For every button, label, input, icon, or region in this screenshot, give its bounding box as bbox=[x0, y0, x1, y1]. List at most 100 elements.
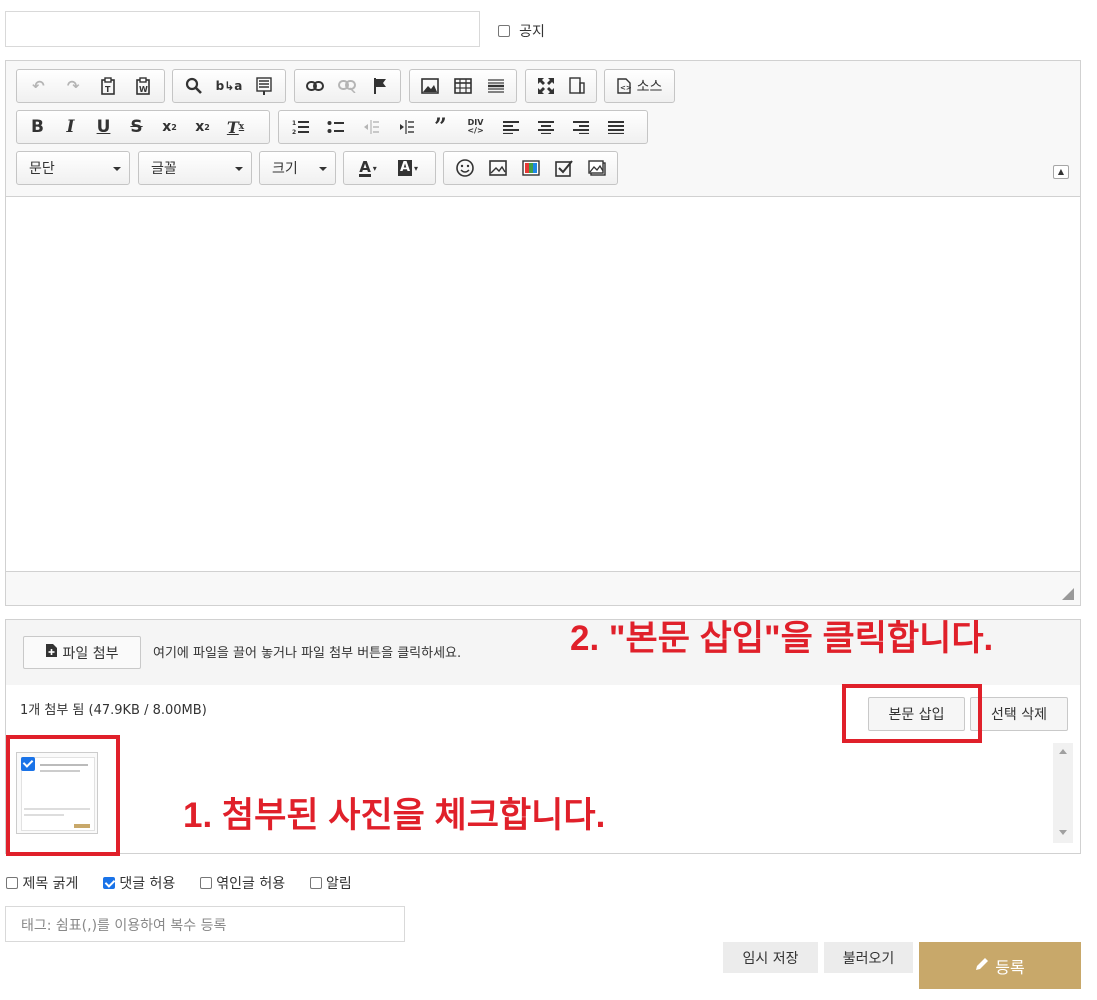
bulleted-list-icon[interactable] bbox=[318, 114, 353, 140]
source-button[interactable]: <> 소스 bbox=[604, 69, 675, 103]
format-combo-label: 문단 bbox=[29, 161, 55, 177]
blockquote-icon[interactable]: ” bbox=[423, 114, 458, 140]
font-combo[interactable]: 글꼴 bbox=[138, 151, 252, 185]
notice-checkbox[interactable]: 공지 bbox=[498, 20, 545, 41]
remove-format-icon[interactable]: Tx bbox=[219, 114, 252, 140]
paste-text-icon[interactable]: T bbox=[91, 73, 126, 99]
option-allow-trackback[interactable]: 엮인글 허용 bbox=[199, 873, 285, 893]
option-checkbox[interactable] bbox=[6, 877, 18, 889]
color-palette-icon[interactable] bbox=[514, 155, 547, 181]
source-icon: <> bbox=[616, 78, 631, 94]
unlink-icon[interactable] bbox=[331, 73, 363, 99]
select-all-icon[interactable] bbox=[246, 73, 281, 99]
annotation-step1: 1. 첨부된 사진을 체크합니다. bbox=[183, 796, 606, 835]
toolbar-group-paragraph: 12 ” DIV </> bbox=[278, 110, 648, 144]
maximize-icon[interactable] bbox=[530, 73, 561, 99]
align-left-icon[interactable] bbox=[493, 114, 528, 140]
notice-label: 공지 bbox=[519, 23, 545, 40]
title-input[interactable] bbox=[5, 11, 480, 47]
svg-text:T: T bbox=[105, 85, 111, 94]
outdent-icon[interactable] bbox=[353, 114, 388, 140]
toolbar-group-view bbox=[525, 69, 597, 103]
file-attach-label: 파일 첨부 bbox=[62, 645, 119, 662]
resize-handle-icon[interactable] bbox=[1062, 585, 1074, 600]
temp-save-button[interactable]: 임시 저장 bbox=[723, 942, 818, 973]
collapse-toolbar-button[interactable]: ▲ bbox=[1053, 165, 1069, 179]
superscript-icon[interactable]: x2 bbox=[186, 114, 219, 140]
align-right-icon[interactable] bbox=[563, 114, 598, 140]
editor-content-area[interactable] bbox=[6, 196, 1080, 572]
horizontal-rule-icon[interactable] bbox=[479, 73, 512, 99]
gallery-icon[interactable] bbox=[580, 155, 613, 181]
image-frame-icon[interactable] bbox=[481, 155, 514, 181]
scroll-down-icon[interactable] bbox=[1059, 830, 1067, 835]
background-color-icon[interactable]: A ▾ bbox=[388, 155, 428, 181]
option-checkbox[interactable] bbox=[199, 877, 212, 889]
attachment-count: 1개 첨부 됨 (47.9KB / 8.00MB) bbox=[20, 703, 207, 718]
size-combo-label: 크기 bbox=[272, 161, 298, 177]
temp-save-label: 임시 저장 bbox=[742, 950, 799, 967]
text-color-icon[interactable]: A ▾ bbox=[348, 155, 388, 181]
load-label: 불러오기 bbox=[842, 950, 895, 967]
size-combo[interactable]: 크기 bbox=[259, 151, 336, 185]
option-checkbox[interactable] bbox=[309, 877, 322, 889]
numbered-list-icon[interactable]: 12 bbox=[283, 114, 318, 140]
redo-icon[interactable]: ↷ bbox=[56, 73, 91, 99]
load-button[interactable]: 불러오기 bbox=[824, 942, 913, 973]
toolbar-group-colors: A ▾ A ▾ bbox=[343, 151, 436, 185]
anchor-flag-icon[interactable] bbox=[364, 73, 396, 99]
notice-checkbox-box[interactable] bbox=[498, 24, 510, 37]
paste-word-icon[interactable]: W bbox=[125, 73, 160, 99]
div-code-glyph: </> bbox=[467, 126, 484, 135]
submit-label: 등록 bbox=[995, 957, 1025, 977]
svg-text:W: W bbox=[139, 85, 148, 94]
toolbar-group-basic-styles: B I U S x2 x2 Tx bbox=[16, 110, 270, 144]
align-center-icon[interactable] bbox=[528, 114, 563, 140]
toolbar-group-find: b↳a bbox=[172, 69, 286, 103]
underline-icon[interactable]: U bbox=[87, 114, 120, 140]
tag-placeholder: 태그: 쉼표(,)를 이용하여 복수 등록 bbox=[21, 918, 227, 934]
delete-label: 선택 삭제 bbox=[991, 707, 1047, 723]
font-combo-label: 글꼴 bbox=[151, 161, 177, 177]
chevron-down-icon bbox=[319, 167, 327, 171]
svg-text:<>: <> bbox=[620, 84, 631, 92]
find-icon[interactable] bbox=[177, 73, 212, 99]
create-div-icon[interactable]: DIV </> bbox=[458, 114, 493, 140]
smiley-icon[interactable] bbox=[448, 155, 481, 181]
replace-icon[interactable]: b↳a bbox=[212, 73, 247, 99]
italic-icon[interactable]: I bbox=[54, 114, 87, 140]
checkbox-icon[interactable] bbox=[547, 155, 580, 181]
option-bold-title[interactable]: 제목 굵게 bbox=[6, 873, 78, 893]
post-options: 제목 굵게 댓글 허용 엮인글 허용 알림 bbox=[6, 873, 372, 893]
svg-text:1: 1 bbox=[292, 120, 296, 127]
source-label: 소스 bbox=[636, 79, 663, 95]
format-combo[interactable]: 문단 bbox=[16, 151, 130, 185]
pencil-icon bbox=[975, 956, 989, 975]
option-checkbox[interactable] bbox=[102, 877, 115, 889]
annotation-box-insert bbox=[842, 684, 982, 743]
option-notify[interactable]: 알림 bbox=[309, 873, 352, 893]
file-attach-button[interactable]: 파일 첨부 bbox=[23, 636, 141, 669]
show-blocks-icon[interactable] bbox=[561, 73, 592, 99]
align-justify-icon[interactable] bbox=[598, 114, 633, 140]
tag-input[interactable]: 태그: 쉼표(,)를 이용하여 복수 등록 bbox=[5, 906, 405, 942]
annotation-step2: 2. "본문 삽입"을 클릭합니다. bbox=[570, 619, 994, 658]
delete-selected-button[interactable]: 선택 삭제 bbox=[970, 697, 1068, 731]
indent-icon[interactable] bbox=[388, 114, 423, 140]
undo-icon[interactable]: ↶ bbox=[21, 73, 56, 99]
toolbar-group-insert bbox=[409, 69, 517, 103]
strikethrough-icon[interactable]: S bbox=[120, 114, 153, 140]
submit-button[interactable]: 등록 bbox=[919, 942, 1081, 989]
link-icon[interactable] bbox=[299, 73, 331, 99]
option-allow-comments[interactable]: 댓글 허용 bbox=[102, 873, 175, 893]
subscript-icon[interactable]: x2 bbox=[153, 114, 186, 140]
chevron-down-icon bbox=[113, 167, 121, 171]
scroll-up-icon[interactable] bbox=[1059, 749, 1067, 754]
svg-text:2: 2 bbox=[292, 129, 296, 135]
attachment-scrollbar[interactable] bbox=[1053, 743, 1073, 843]
toolbar-group-extras bbox=[443, 151, 618, 185]
toolbar-group-link bbox=[294, 69, 401, 103]
image-icon[interactable] bbox=[414, 73, 447, 99]
bold-icon[interactable]: B bbox=[21, 114, 54, 140]
table-icon[interactable] bbox=[447, 73, 480, 99]
